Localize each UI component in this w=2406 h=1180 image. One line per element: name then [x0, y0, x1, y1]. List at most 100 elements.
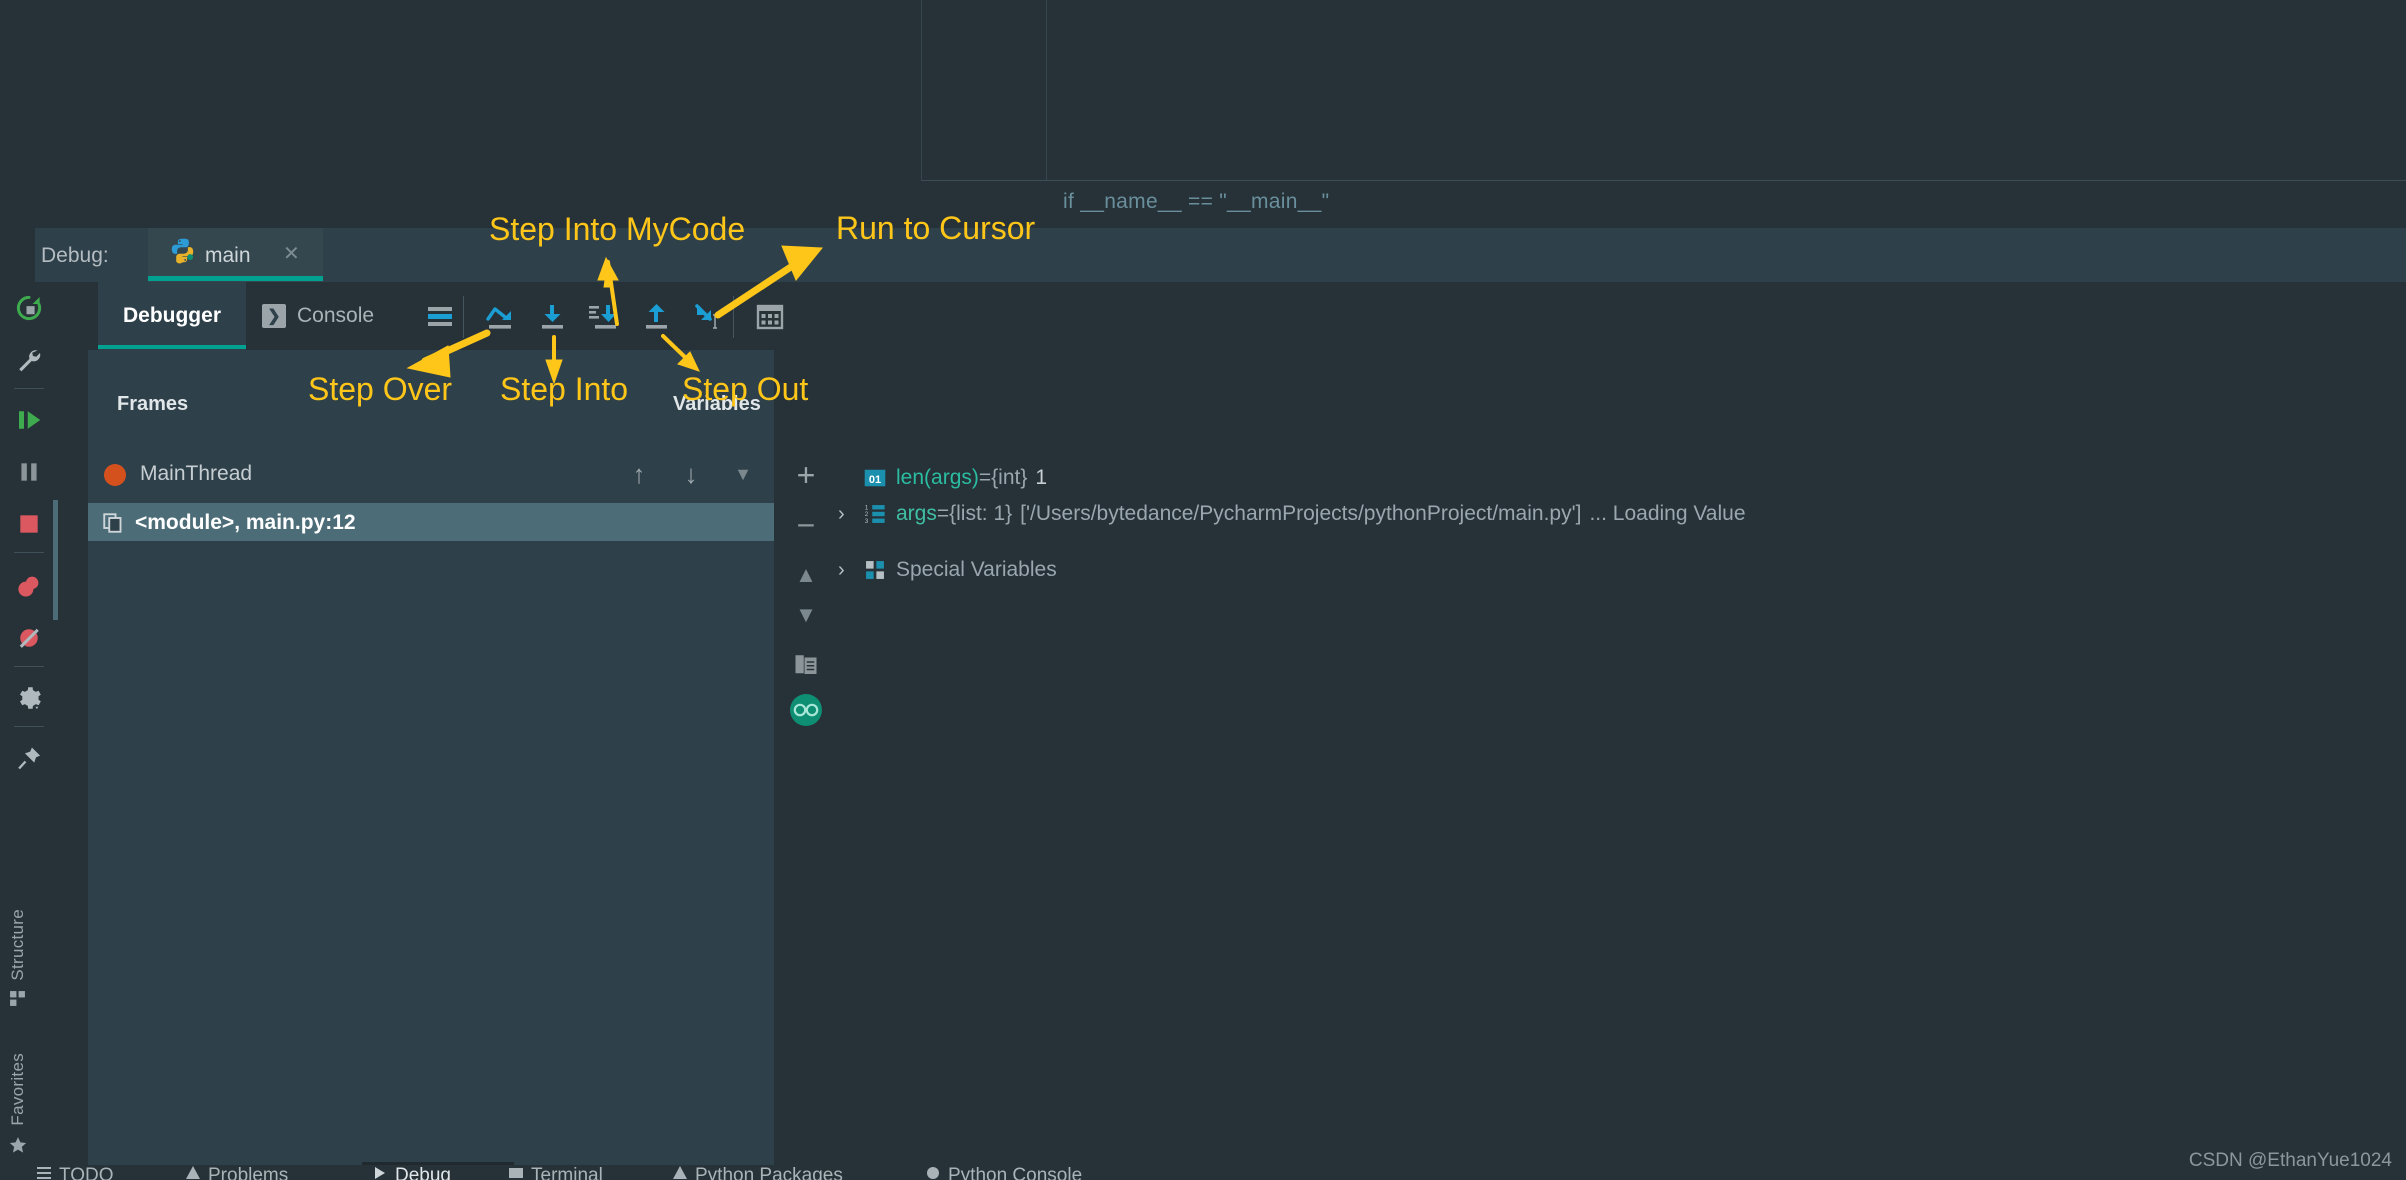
- frames-up-icon[interactable]: ↑: [622, 457, 656, 491]
- rail-divider-4: [14, 726, 44, 727]
- variable-loading-suffix: ... Loading Value: [1589, 502, 1746, 525]
- variable-row-special-variables[interactable]: › Special Variables: [838, 552, 1057, 588]
- special-variables-label: Special Variables: [896, 558, 1057, 581]
- todo-icon: [36, 1165, 52, 1180]
- python-packages-icon: [672, 1165, 688, 1180]
- variable-row-len-args[interactable]: 01 len(args) = {int} 1: [838, 460, 1047, 496]
- frame-stack-icon: [103, 513, 123, 533]
- chevron-right-icon[interactable]: ›: [838, 503, 864, 526]
- inline-watches-icon[interactable]: [774, 690, 838, 730]
- variable-value: 1: [1035, 466, 1048, 489]
- tab-debugger-active-underline: [98, 345, 246, 349]
- structure-label: Structure: [7, 909, 27, 981]
- tab-debugger-label: Debugger: [122, 304, 221, 327]
- step-into-my-code-icon[interactable]: [585, 300, 625, 334]
- python-console-icon: [925, 1165, 941, 1180]
- debug-icon: [372, 1165, 388, 1180]
- thread-name-label: MainThread: [140, 462, 253, 485]
- mute-breakpoints-icon[interactable]: [0, 612, 57, 664]
- svg-text:01: 01: [869, 474, 881, 486]
- tab-debugger[interactable]: Debugger: [98, 282, 246, 350]
- frames-dropdown-icon[interactable]: ▼: [726, 457, 760, 491]
- debugger-tab-strip: [57, 282, 2406, 350]
- settings-gear-icon[interactable]: [0, 672, 57, 724]
- chevron-right-icon[interactable]: ›: [838, 559, 864, 582]
- bottom-tab-problems-label: Problems: [208, 1165, 289, 1180]
- tab-console[interactable]: ❯ Console: [262, 298, 374, 334]
- tab-console-label: Console: [297, 304, 375, 327]
- step-out-icon[interactable]: [637, 300, 677, 334]
- step-over-icon[interactable]: [481, 300, 521, 334]
- frame-label: <module>, main.py:12: [135, 511, 356, 534]
- bottom-tab-python-packages-label: Python Packages: [695, 1165, 843, 1180]
- star-icon: [8, 1135, 28, 1160]
- close-icon[interactable]: ✕: [283, 244, 300, 264]
- rerun-icon[interactable]: [0, 282, 57, 334]
- stop-icon[interactable]: [0, 498, 57, 550]
- move-down-icon[interactable]: ▼: [774, 595, 838, 635]
- annotation-step-into-my-code: Step Into MyCode: [489, 211, 746, 247]
- step-into-icon[interactable]: [533, 300, 573, 334]
- editor-gutter-divider-1: [921, 0, 922, 180]
- frames-down-icon[interactable]: ↓: [674, 457, 708, 491]
- rail-scroll-indicator: [53, 500, 58, 620]
- debug-label: Debug:: [41, 244, 109, 267]
- pycharm-debug-window: if __name__ == "__main__" Debug: main ✕: [0, 0, 2406, 1180]
- annotation-step-over: Step Over: [308, 371, 453, 407]
- annotation-step-into: Step Into: [500, 371, 629, 407]
- run-tab-active-underline: [148, 276, 323, 281]
- copy-value-icon[interactable]: [774, 645, 838, 685]
- pin-icon[interactable]: [0, 732, 57, 784]
- svg-text:3: 3: [865, 518, 869, 525]
- annotation-step-out: Step Out: [682, 371, 809, 407]
- frames-title: Frames: [117, 393, 189, 415]
- variable-name: args: [896, 502, 937, 525]
- special-variables-icon: [864, 559, 886, 581]
- bottom-tab-python-packages[interactable]: Python Packages: [672, 1165, 843, 1180]
- bottom-tab-problems[interactable]: Problems: [185, 1165, 288, 1180]
- variable-type: {list: 1}: [949, 502, 1013, 525]
- bottom-tab-python-console[interactable]: Python Console: [925, 1165, 1082, 1180]
- favorites-label: Favorites: [7, 1053, 27, 1126]
- code-line-if-name-main: if __name__ == "__main__": [1063, 190, 1330, 213]
- watermark: CSDN @EthanYue1024: [2188, 1150, 2392, 1171]
- sidebar-item-favorites[interactable]: Favorites: [0, 1020, 35, 1160]
- show-execution-point-icon[interactable]: [420, 300, 460, 334]
- bottom-tab-debug-label: Debug: [395, 1165, 451, 1180]
- bottom-tab-terminal-label: Terminal: [531, 1165, 603, 1180]
- pause-program-icon[interactable]: [0, 446, 57, 498]
- editor-horizontal-divider: [921, 180, 2406, 181]
- bottom-tab-debug[interactable]: Debug: [372, 1165, 451, 1180]
- debug-header-bar: [35, 228, 2406, 282]
- view-breakpoints-icon[interactable]: [0, 560, 57, 612]
- move-up-icon[interactable]: ▲: [774, 555, 838, 595]
- thread-status-badge: [104, 464, 126, 486]
- terminal-icon: [508, 1165, 524, 1180]
- remove-watch-icon[interactable]: −: [774, 505, 838, 545]
- add-watch-icon[interactable]: +: [774, 455, 838, 495]
- editor-gutter-divider-2: [1046, 0, 1047, 180]
- run-to-cursor-icon[interactable]: [689, 300, 729, 334]
- variable-assign: =: [978, 466, 992, 489]
- resume-program-icon[interactable]: [0, 394, 57, 446]
- python-icon: [169, 237, 196, 264]
- bottom-tab-todo-label: TODO: [59, 1165, 114, 1180]
- evaluate-expression-icon[interactable]: [750, 300, 790, 334]
- bottom-tab-todo[interactable]: TODO: [36, 1165, 114, 1180]
- int-value-icon: 01: [864, 467, 886, 489]
- sidebar-item-structure[interactable]: Structure: [0, 862, 35, 1012]
- rail-divider-1: [14, 388, 44, 389]
- problems-icon: [185, 1165, 201, 1180]
- list-value-icon: 123: [864, 503, 886, 525]
- variable-value: ['/Users/bytedance/PycharmProjects/pytho…: [1020, 502, 1582, 525]
- settings-wrench-icon[interactable]: [0, 334, 57, 386]
- run-tab-label: main: [205, 244, 251, 267]
- rail-divider-3: [14, 666, 44, 667]
- structure-icon: [9, 990, 26, 1012]
- bottom-tab-terminal[interactable]: Terminal: [508, 1165, 603, 1180]
- variable-name: len(args): [896, 466, 979, 489]
- toolbar-divider-2: [733, 296, 734, 338]
- variable-row-args[interactable]: › 123 args = {list: 1} ['/Users/bytedanc…: [838, 496, 1746, 532]
- toolbar-divider-1: [463, 296, 464, 338]
- bottom-tab-python-console-label: Python Console: [948, 1165, 1083, 1180]
